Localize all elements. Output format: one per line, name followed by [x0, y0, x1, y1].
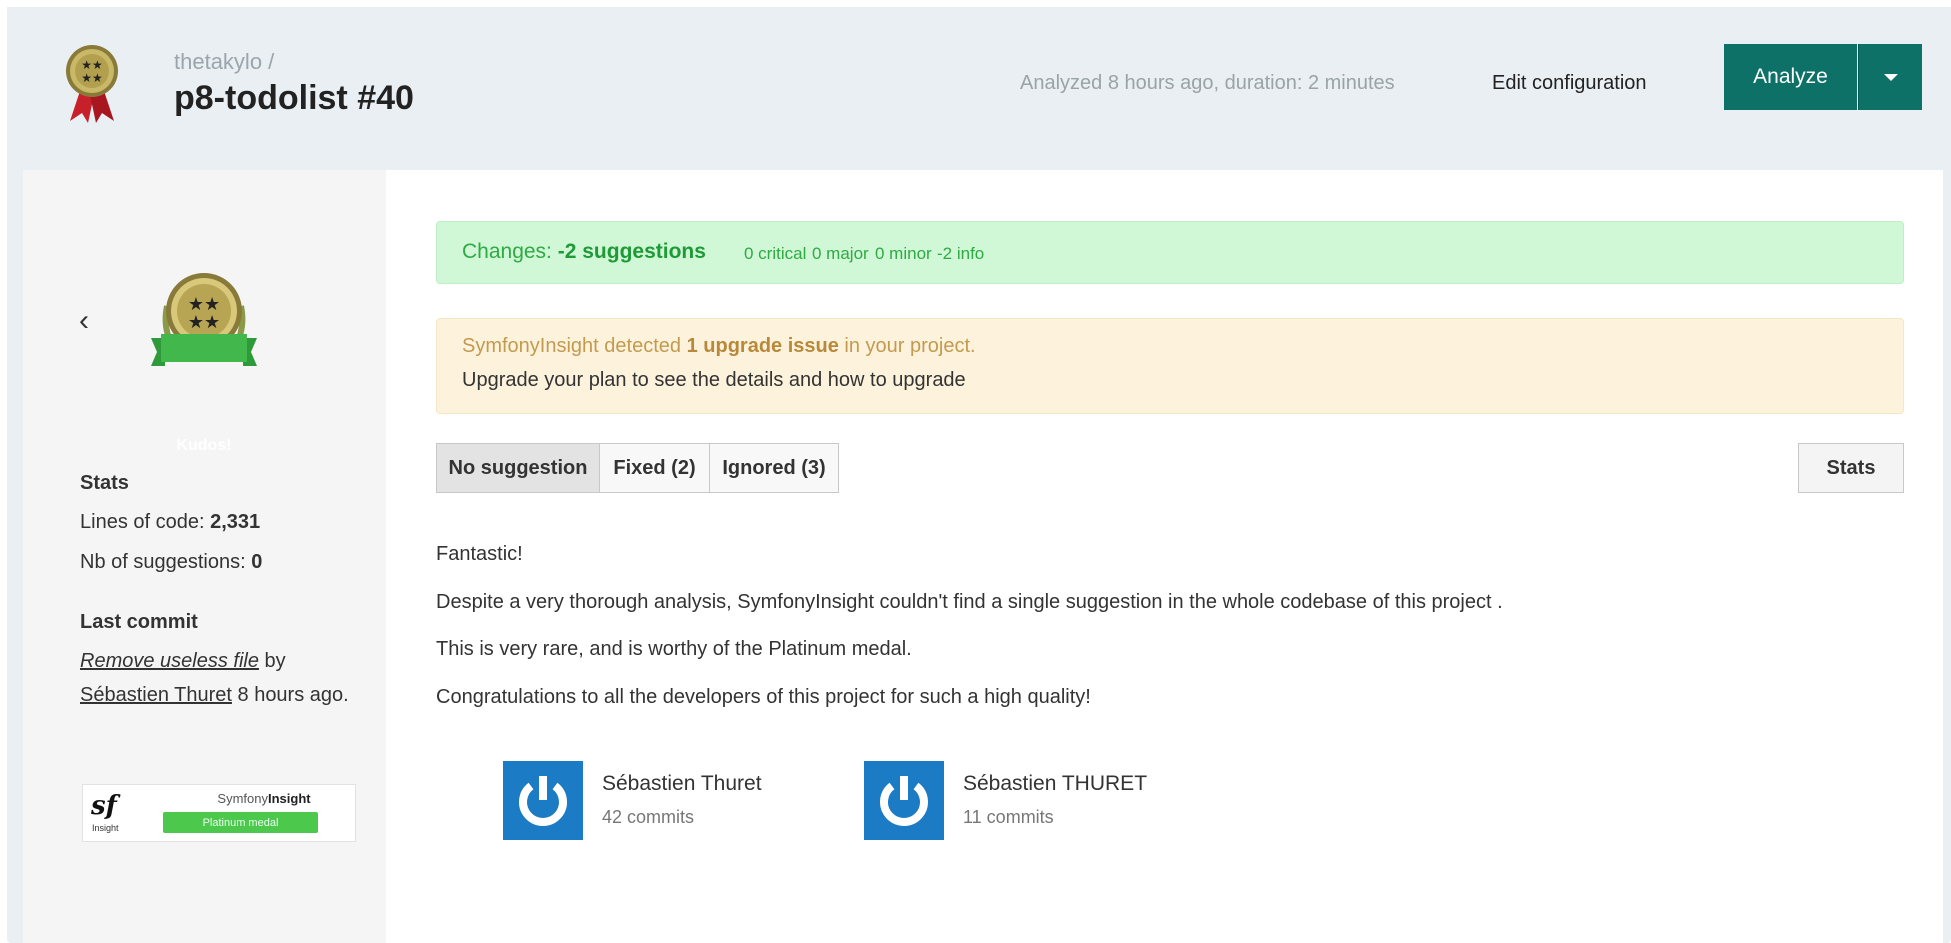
project-header: ★★ ★★ thetakylo / p8-todolist #40 Analyz… [7, 7, 1951, 170]
platinum-badge[interactable]: sf Insight SymfonyInsight Platinum medal [82, 784, 356, 842]
changes-suggestions: -2 suggestions [557, 240, 706, 263]
commit-message-link[interactable]: Remove useless file [80, 650, 259, 672]
platinum-medal-label: Platinum medal [163, 812, 318, 833]
project-title: p8-todolist #40 [174, 79, 414, 117]
tab-ignored[interactable]: Ignored (3) [709, 443, 839, 493]
upgrade-text-a: SymfonyInsight detected [462, 335, 687, 357]
developer-commits: 11 commits [963, 807, 1054, 827]
power-icon [880, 775, 928, 826]
developer-avatar[interactable] [864, 761, 944, 840]
tab-no-suggestion[interactable]: No suggestion [436, 443, 600, 493]
medal-icon: ★★ ★★ [66, 45, 118, 123]
caret-down-icon [1883, 73, 1898, 81]
kudos-label: Kudos! [176, 437, 232, 454]
upgrade-text-c: in your project. [838, 335, 976, 357]
commit-time: 8 hours ago. [231, 684, 349, 706]
edit-configuration-link[interactable]: Edit configuration [1492, 72, 1647, 95]
suggestion-count-label: Nb of suggestions: [80, 551, 252, 573]
upgrade-alert: SymfonyInsight detected 1 upgrade issue … [436, 318, 1904, 414]
developer-name[interactable]: Sébastien Thuret [602, 772, 762, 796]
suggestion-count-value: 0 [251, 551, 263, 573]
symfony-logo-sub: Insight [92, 823, 119, 833]
developer-name[interactable]: Sébastien THURET [963, 772, 1147, 796]
developer-commits: 42 commits [602, 807, 695, 827]
commit-by: by [258, 650, 286, 672]
badge-brand-a: Symfony [217, 791, 268, 806]
major-count: 0 major [812, 244, 869, 263]
critical-count: 0 critical [744, 244, 807, 263]
upgrade-message: SymfonyInsight detected 1 upgrade issue … [462, 335, 976, 358]
result-heading: Fantastic! [436, 543, 523, 565]
analysis-status: Analyzed 8 hours ago, duration: 2 minute… [1020, 72, 1395, 94]
commit-author-link[interactable]: Sébastien Thuret [80, 684, 232, 706]
changes-summary: Changes: -2 suggestions [462, 240, 706, 264]
analyze-button[interactable]: Analyze [1724, 44, 1857, 110]
svg-text:★★: ★★ [81, 71, 103, 85]
result-paragraph-3: Congratulations to all the developers of… [436, 686, 1091, 708]
last-commit-info: Remove useless file by Sébastien Thuret … [80, 644, 370, 712]
info-count: -2 info [937, 244, 985, 263]
changes-alert: Changes: -2 suggestions 0 critical 0 maj… [436, 221, 1904, 284]
svg-text:★★: ★★ [81, 58, 103, 72]
sidebar: ‹ ★★ ★★ Kudos! Stats Lines of code: 2,33… [23, 170, 386, 943]
app-frame: ★★ ★★ thetakylo / p8-todolist #40 Analyz… [7, 7, 1951, 943]
lines-of-code: Lines of code: 2,331 [80, 511, 260, 534]
analyze-dropdown-toggle[interactable] [1858, 44, 1922, 110]
upgrade-plan-text: Upgrade your plan to see the details and… [462, 369, 966, 391]
changes-label: Changes: [462, 240, 558, 263]
minor-count: 0 minor [875, 244, 932, 263]
stats-heading: Stats [80, 472, 129, 494]
power-icon [519, 775, 567, 826]
main-content: Changes: -2 suggestions 0 critical 0 maj… [386, 170, 1943, 943]
lines-of-code-label: Lines of code: [80, 511, 211, 533]
badge-brand: SymfonyInsight [189, 791, 339, 806]
result-paragraph-1: Despite a very thorough analysis, Symfon… [436, 591, 1503, 613]
lines-of-code-value: 2,331 [210, 511, 261, 533]
last-commit-heading: Last commit [80, 611, 198, 633]
symfony-logo: sf [91, 791, 117, 821]
upgrade-issue-count: 1 upgrade issue [686, 335, 839, 357]
developer-avatar[interactable] [503, 761, 583, 840]
badge-brand-b: Insight [267, 791, 311, 806]
suggestion-count: Nb of suggestions: 0 [80, 551, 262, 574]
chevron-left-icon[interactable]: ‹ [79, 304, 89, 338]
stats-button[interactable]: Stats [1798, 443, 1904, 493]
project-owner[interactable]: thetakylo / [174, 49, 274, 75]
svg-text:★★: ★★ [188, 312, 220, 332]
kudos-medal-icon: ★★ ★★ [151, 273, 257, 366]
svg-text:★★: ★★ [188, 294, 220, 314]
tab-fixed[interactable]: Fixed (2) [599, 443, 710, 493]
result-paragraph-2: This is very rare, and is worthy of the … [436, 638, 912, 660]
